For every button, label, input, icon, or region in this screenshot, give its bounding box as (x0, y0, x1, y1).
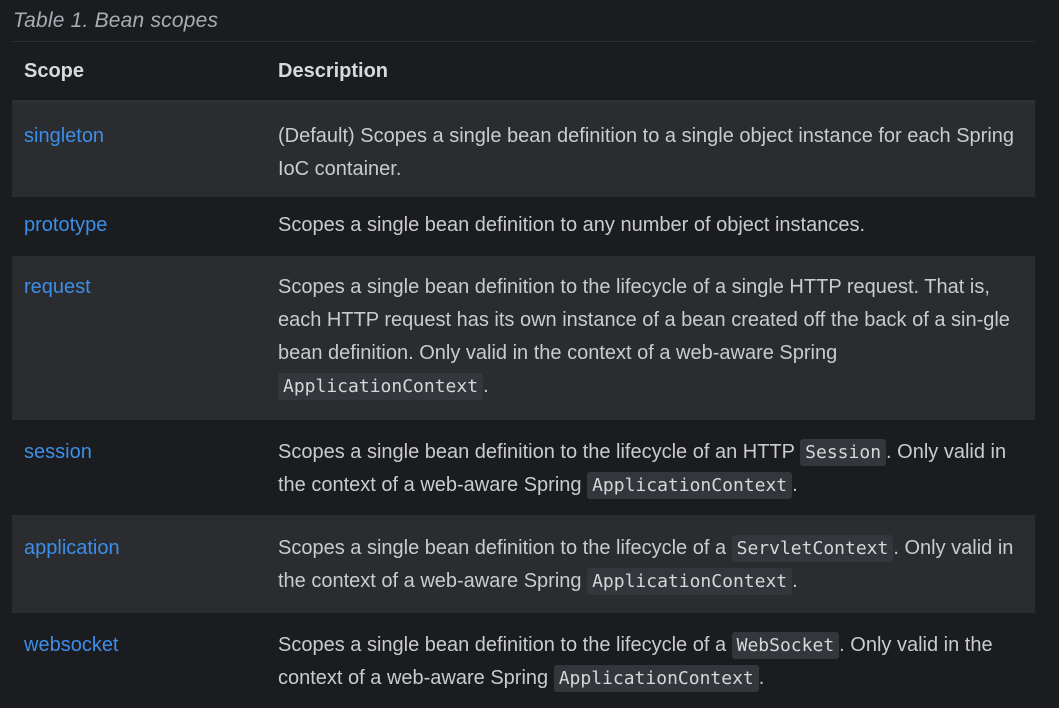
code-applicationcontext: ApplicationContext (587, 568, 793, 595)
scope-cell: websocket (12, 612, 266, 708)
code-session: Session (800, 439, 887, 466)
description-text: . (483, 375, 489, 397)
description-cell: Scopes a single bean definition to any n… (266, 196, 1035, 257)
scope-cell: prototype (12, 196, 266, 257)
table-caption: Table 1. Bean scopes (13, 9, 219, 32)
header-scope: Scope (12, 42, 266, 103)
scope-link-application[interactable]: application (24, 537, 120, 559)
code-applicationcontext: ApplicationContext (278, 373, 484, 400)
description-text: . (792, 474, 798, 496)
scope-link-singleton[interactable]: singleton (24, 125, 104, 147)
description-cell: Scopes a single bean definition to the l… (266, 515, 1035, 613)
description-text: Scopes a single bean definition to the l… (278, 441, 801, 463)
table-header-row: Scope Description (12, 42, 1035, 103)
description-cell: (Default) Scopes a single bean definitio… (266, 101, 1035, 197)
header-description: Description (266, 42, 1035, 103)
description-text: Scopes a single bean definition to the l… (278, 276, 1010, 364)
description-cell: Scopes a single bean definition to the l… (266, 612, 1035, 708)
code-websocket: WebSocket (731, 632, 840, 659)
description-text: (Default) Scopes a single bean definitio… (278, 125, 1015, 180)
scope-cell: singleton (12, 101, 266, 197)
scope-link-session[interactable]: session (24, 441, 92, 463)
table-row: request Scopes a single bean definition … (12, 256, 1035, 420)
scope-cell: session (12, 419, 266, 516)
table-row: websocket Scopes a single bean definitio… (12, 612, 1035, 708)
description-text: Scopes a single bean definition to the l… (278, 634, 732, 656)
table-row: session Scopes a single bean definition … (12, 419, 1035, 516)
description-text: . (758, 667, 765, 689)
description-text: Scopes a single bean definition to the l… (278, 537, 732, 559)
table-row: application Scopes a single bean definit… (12, 515, 1035, 613)
code-applicationcontext: ApplicationContext (587, 472, 793, 499)
scope-link-request[interactable]: request (24, 276, 91, 298)
code-applicationcontext: ApplicationContext (553, 665, 759, 692)
code-servletcontext: ServletContext (731, 535, 894, 562)
bean-scopes-table: Scope Description singleton (Default) Sc… (12, 42, 1035, 708)
scope-cell: application (12, 515, 266, 613)
scope-cell: request (12, 256, 266, 420)
description-cell: Scopes a single bean definition to the l… (266, 419, 1035, 516)
description-cell: Scopes a single bean definition to the l… (266, 256, 1035, 420)
table-row: singleton (Default) Scopes a single bean… (12, 101, 1035, 197)
scope-link-websocket[interactable]: websocket (24, 634, 119, 656)
table-row: prototype Scopes a single bean definitio… (12, 196, 1035, 257)
scope-link-prototype[interactable]: prototype (24, 214, 107, 236)
description-text: . (792, 570, 798, 592)
description-text: Scopes a single bean definition to any n… (278, 214, 866, 236)
page: Table 1. Bean scopes Scope Description s… (0, 0, 1059, 708)
